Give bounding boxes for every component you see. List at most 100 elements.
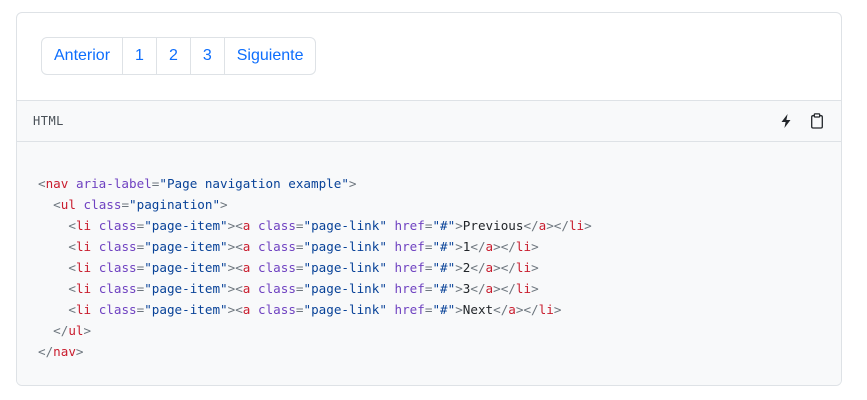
code-token-tag: li (75, 302, 92, 317)
code-token-punct: < (38, 176, 46, 191)
code-token-punct: >< (227, 302, 243, 317)
code-token-punct: ></ (515, 302, 539, 317)
code-token-punct: > (348, 176, 357, 191)
page-link-1[interactable]: 1 (122, 37, 157, 75)
code-token-punct: > (75, 344, 84, 359)
code-token-val: "page-link" (303, 281, 387, 296)
code-token-tag: li (515, 281, 532, 296)
code-token-punct: > (83, 323, 92, 338)
code-token-val: "page-item" (144, 302, 228, 317)
page-link-next[interactable]: Siguiente (223, 37, 317, 75)
code-token-punct: < (68, 302, 76, 317)
code-token-tag: ul (60, 197, 76, 212)
code-token-tag: li (75, 218, 92, 233)
pagination: Anterior 1 2 3 Siguiente (41, 37, 317, 75)
page-item-2: 2 (155, 37, 191, 75)
code-token-val: "page-item" (144, 239, 228, 254)
code-token-punct: </ (53, 323, 69, 338)
edit-on-stackblitz-button[interactable] (776, 111, 796, 131)
page-link-previous[interactable]: Anterior (41, 37, 124, 75)
code-token-attr: class (98, 239, 137, 254)
code-token-punct: > (220, 197, 228, 212)
code-token-punct: < (68, 239, 76, 254)
code-token-attr: class (257, 239, 296, 254)
code-token-punct: ></ (493, 239, 516, 254)
code-token-tag: a (485, 281, 494, 296)
page-link-3[interactable]: 3 (189, 37, 225, 75)
code-token-attr: href (394, 302, 425, 317)
page-item-3: 3 (189, 37, 225, 75)
code-token-attr: href (394, 218, 425, 233)
code-token-attr: href (394, 239, 425, 254)
code-token-punct: > (455, 302, 463, 317)
code-token-tag: nav (53, 344, 76, 359)
code-token-tag: li (75, 239, 92, 254)
lightning-icon (781, 114, 791, 128)
code-token-punct: = (295, 260, 304, 275)
code-token-punct: > (531, 281, 539, 296)
code-token-val: "page-link" (303, 260, 387, 275)
code-line: </ul> (38, 320, 592, 341)
code-token-punct: </ (38, 344, 54, 359)
clipboard-icon (811, 113, 823, 129)
code-token-attr: class (257, 260, 296, 275)
code-token-punct: ></ (493, 260, 516, 275)
code-token-tag: a (508, 302, 516, 317)
code-token-punct: >< (227, 260, 243, 275)
code-token-tag: li (515, 260, 532, 275)
code-line: <li class="page-item"><a class="page-lin… (38, 299, 592, 320)
code-token-punct: > (455, 281, 463, 296)
page-item-previous: Anterior (41, 37, 124, 75)
code-token-tag: nav (45, 176, 69, 191)
code-token-attr: class (98, 281, 137, 296)
code-token-val: "Page navigation example" (159, 176, 349, 191)
code-token-attr: href (394, 260, 425, 275)
copy-button[interactable] (807, 111, 827, 131)
code-token-tag: li (568, 218, 585, 233)
code-token-val: "page-item" (144, 281, 228, 296)
code-line: </nav> (38, 341, 592, 362)
code-line: <li class="page-item"><a class="page-lin… (38, 278, 592, 299)
code-token-punct: = (295, 302, 304, 317)
code-token-val: "#" (432, 239, 456, 254)
code-line: <ul class="pagination"> (38, 194, 592, 215)
code-token-val: "page-item" (144, 260, 228, 275)
code-token-attr: class (98, 260, 137, 275)
code-token-val: "page-link" (303, 302, 387, 317)
code-token-punct: < (68, 260, 76, 275)
code-token-attr: class (257, 281, 296, 296)
code-token-tag: li (75, 281, 92, 296)
page-link-2[interactable]: 2 (155, 37, 191, 75)
code-token-punct: < (53, 197, 61, 212)
code-token-punct: ></ (546, 218, 569, 233)
code-token-punct: </ (523, 218, 539, 233)
code-line: <li class="page-item"><a class="page-lin… (38, 257, 592, 278)
code-token-val: "#" (432, 281, 456, 296)
code-token-punct: > (531, 239, 539, 254)
code-token-punct: > (455, 260, 463, 275)
code-token-attr: aria-label (75, 176, 152, 191)
code-token-punct: > (531, 260, 539, 275)
code-token-tag: li (75, 260, 92, 275)
code-token-punct: < (68, 218, 76, 233)
code-token-punct: >< (227, 281, 243, 296)
code-token-val: "page-link" (303, 239, 387, 254)
